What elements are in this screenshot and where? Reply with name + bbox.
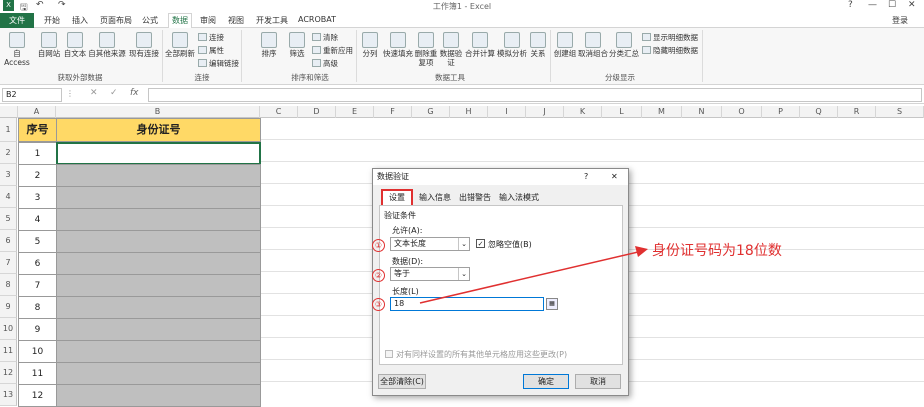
annotation-arrow (419, 246, 648, 304)
annotation-note: 身份证号码为18位数 (652, 243, 782, 259)
